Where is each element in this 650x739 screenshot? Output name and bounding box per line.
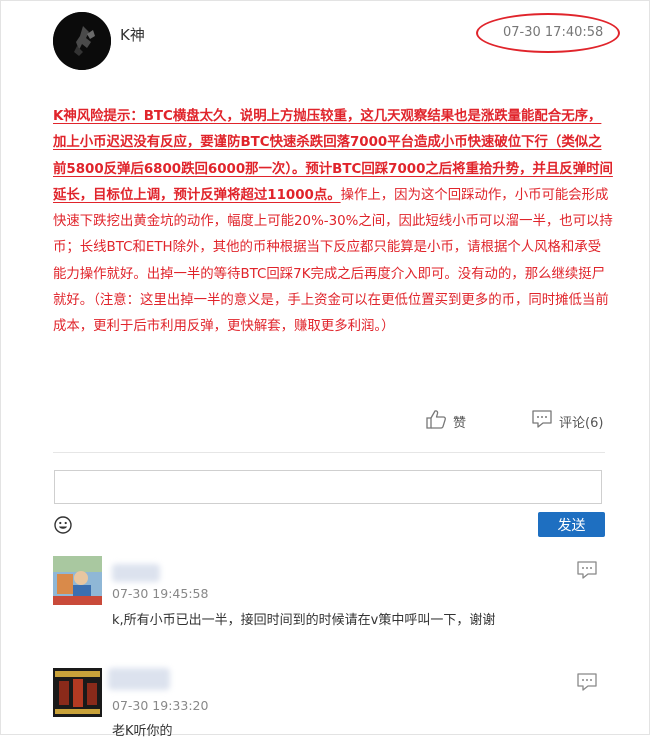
commenter-avatar[interactable] [53, 668, 102, 717]
post-body-text: 操作上，因为这个回踩动作，小币可能会形成快速下跌挖出黄金坑的动作，幅度上可能20… [53, 187, 613, 335]
thumbs-up-icon [425, 409, 447, 433]
red-circle-annotation [476, 13, 620, 53]
commenter-name-blurred [108, 668, 170, 690]
send-button[interactable]: 发送 [538, 512, 605, 537]
comment-text: 老K听你的 [112, 724, 173, 739]
like-button[interactable]: 赞 [425, 409, 466, 433]
commenter-avatar[interactable] [53, 556, 102, 605]
comment-timestamp: 07-30 19:33:20 [112, 698, 209, 713]
reply-icon[interactable] [576, 560, 598, 580]
divider [53, 452, 605, 453]
like-label: 赞 [453, 415, 467, 431]
author-name[interactable]: K神 [120, 24, 145, 45]
comment-input[interactable] [54, 470, 602, 504]
author-avatar[interactable] [53, 12, 111, 70]
comment-bubble-icon [531, 409, 553, 433]
comment-button[interactable]: 评论(6) [531, 409, 603, 433]
emoji-icon[interactable] [54, 516, 72, 534]
comment-timestamp: 07-30 19:45:58 [112, 586, 209, 601]
comment-count-label: 评论(6) [559, 415, 604, 431]
comment-text: k,所有小币已出一半，接回时间到的时候请在v策中呼叫一下，谢谢 [112, 613, 496, 628]
post-body: K神风险提示：BTC横盘太久，说明上方抛压较重，这几天观察结果也是涨跌量能配合无… [53, 104, 613, 341]
commenter-name-blurred [112, 564, 160, 582]
reply-icon[interactable] [576, 672, 598, 692]
